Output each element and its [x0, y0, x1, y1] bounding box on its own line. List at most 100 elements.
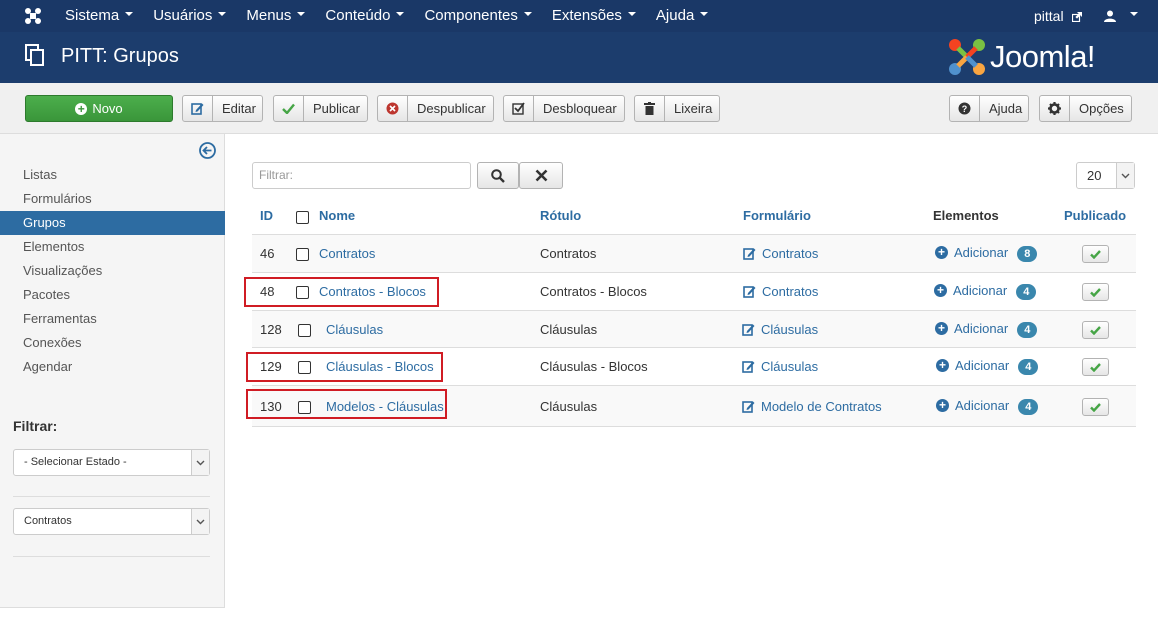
menu-ajuda[interactable]: Ajuda [646, 0, 718, 32]
caret-down-icon [297, 12, 306, 17]
add-element-link[interactable]: + Adicionar 4 [936, 398, 1039, 415]
add-element-link[interactable]: + Adicionar 4 [934, 283, 1037, 300]
sidebar-item-grupos[interactable]: Grupos [0, 211, 225, 235]
trash-button[interactable]: Lixeira [634, 95, 720, 122]
menu-menus[interactable]: Menus [236, 0, 315, 32]
row-name-link[interactable]: Contratos [319, 246, 375, 261]
form-select[interactable]: Contratos [13, 508, 210, 535]
button-label: Editar [222, 101, 256, 116]
row-checkbox[interactable] [296, 248, 309, 261]
joomla-brand-logo: Joomla! [948, 37, 1096, 77]
state-select[interactable]: - Selecionar Estado - [13, 449, 210, 476]
check-icon [1090, 249, 1101, 259]
help-button[interactable]: ? Ajuda [949, 95, 1029, 122]
divider [13, 496, 210, 497]
column-name[interactable]: Nome [319, 208, 355, 223]
edit-icon [742, 361, 755, 373]
unpublish-button[interactable]: Despublicar [377, 95, 494, 122]
user-menu[interactable] [1104, 0, 1144, 32]
sidebar-item-formularios[interactable]: Formulários [0, 187, 225, 211]
row-form-link[interactable]: Contratos [743, 246, 818, 261]
row-form-link[interactable]: Cláusulas [742, 359, 818, 374]
menu-usuarios[interactable]: Usuários [143, 0, 236, 32]
menu-conteudo[interactable]: Conteúdo [315, 0, 414, 32]
add-element-link[interactable]: + Adicionar 4 [935, 321, 1038, 338]
publish-toggle[interactable] [1082, 245, 1109, 263]
unlock-button[interactable]: Desbloquear [503, 95, 625, 122]
caret-down-icon [396, 12, 405, 17]
search-button[interactable] [477, 162, 519, 189]
caret-down-icon [1130, 12, 1138, 16]
site-link[interactable]: pittal [1034, 0, 1083, 32]
button-label: Publicar [313, 101, 360, 116]
menu-extensoes[interactable]: Extensões [542, 0, 646, 32]
row-label: Contratos - Blocos [540, 284, 647, 299]
check-icon [1090, 362, 1101, 372]
search-input[interactable]: Filtrar: [252, 162, 471, 189]
options-button[interactable]: Opções [1039, 95, 1132, 122]
chevron-down-icon [1116, 163, 1134, 188]
divider [13, 556, 210, 557]
row-checkbox[interactable] [298, 324, 311, 337]
menu-label: Ajuda [655, 7, 695, 24]
element-count-badge: 4 [1018, 398, 1039, 415]
sidebar-item-conexoes[interactable]: Conexões [0, 331, 225, 355]
check-icon [1090, 287, 1101, 297]
publish-button[interactable]: Publicar [273, 95, 368, 122]
joomla-wordmark: Joomla! [990, 39, 1096, 74]
publish-toggle[interactable] [1082, 321, 1109, 339]
menu-sistema[interactable]: Sistema [55, 0, 143, 32]
sidebar-item-pacotes[interactable]: Pacotes [0, 283, 225, 307]
list-limit-select[interactable]: 20 [1076, 162, 1135, 189]
toolbar: + Novo Editar Publicar Despublicar Desbl… [0, 83, 1158, 134]
add-label: Adicionar [955, 358, 1010, 373]
sidebar-item-ferramentas[interactable]: Ferramentas [0, 307, 225, 331]
select-value: Contratos [24, 515, 72, 527]
sidebar-item-agendar[interactable]: Agendar [0, 355, 225, 379]
button-label: Desbloquear [543, 101, 617, 116]
column-elements: Elementos [933, 208, 999, 223]
checkbox-icon [504, 96, 534, 121]
add-label: Adicionar [954, 321, 1009, 336]
button-label: Ajuda [989, 101, 1023, 116]
row-label: Contratos [540, 246, 597, 261]
collapse-sidebar-icon[interactable] [199, 142, 216, 159]
select-all-checkbox[interactable] [296, 211, 309, 224]
gear-icon [1040, 96, 1070, 121]
publish-toggle[interactable] [1082, 283, 1109, 301]
edit-button[interactable]: Editar [182, 95, 263, 122]
column-published[interactable]: Publicado [1064, 208, 1126, 223]
form-name: Cláusulas [761, 322, 819, 337]
sidebar-item-visualizacoes[interactable]: Visualizações [0, 259, 225, 283]
column-id[interactable]: ID [260, 208, 273, 223]
joomla-logo-icon[interactable] [24, 7, 42, 25]
add-label: Adicionar [954, 245, 1009, 260]
plus-circle-icon: + [75, 102, 88, 115]
column-form[interactable]: Formulário [743, 208, 811, 223]
element-count-badge: 4 [1018, 358, 1039, 375]
column-label[interactable]: Rótulo [540, 208, 581, 223]
add-element-link[interactable]: + Adicionar 8 [935, 245, 1038, 262]
row-form-link[interactable]: Cláusulas [742, 322, 818, 337]
publish-toggle[interactable] [1082, 398, 1109, 416]
new-button[interactable]: + Novo [25, 95, 173, 122]
row-name-link[interactable]: Cláusulas [326, 322, 383, 337]
publish-toggle[interactable] [1082, 358, 1109, 376]
menu-label: Sistema [65, 7, 120, 24]
copy-icon [25, 44, 44, 66]
row-form-link[interactable]: Modelo de Contratos [742, 399, 882, 414]
edit-icon [742, 401, 755, 413]
close-icon [535, 169, 547, 182]
menu-label: Menus [246, 7, 292, 24]
joomla-logo-icon [949, 39, 985, 75]
sidebar-item-elementos[interactable]: Elementos [0, 235, 225, 259]
row-form-link[interactable]: Contratos [743, 284, 818, 299]
menu-componentes[interactable]: Componentes [414, 0, 541, 32]
clear-button[interactable] [519, 162, 563, 189]
sidebar-item-listas[interactable]: Listas [0, 163, 225, 187]
edit-icon [183, 96, 213, 121]
plus-circle-icon: + [936, 359, 949, 373]
plus-circle-icon: + [934, 284, 947, 298]
caret-down-icon [125, 12, 134, 17]
add-element-link[interactable]: + Adicionar 4 [936, 358, 1039, 375]
